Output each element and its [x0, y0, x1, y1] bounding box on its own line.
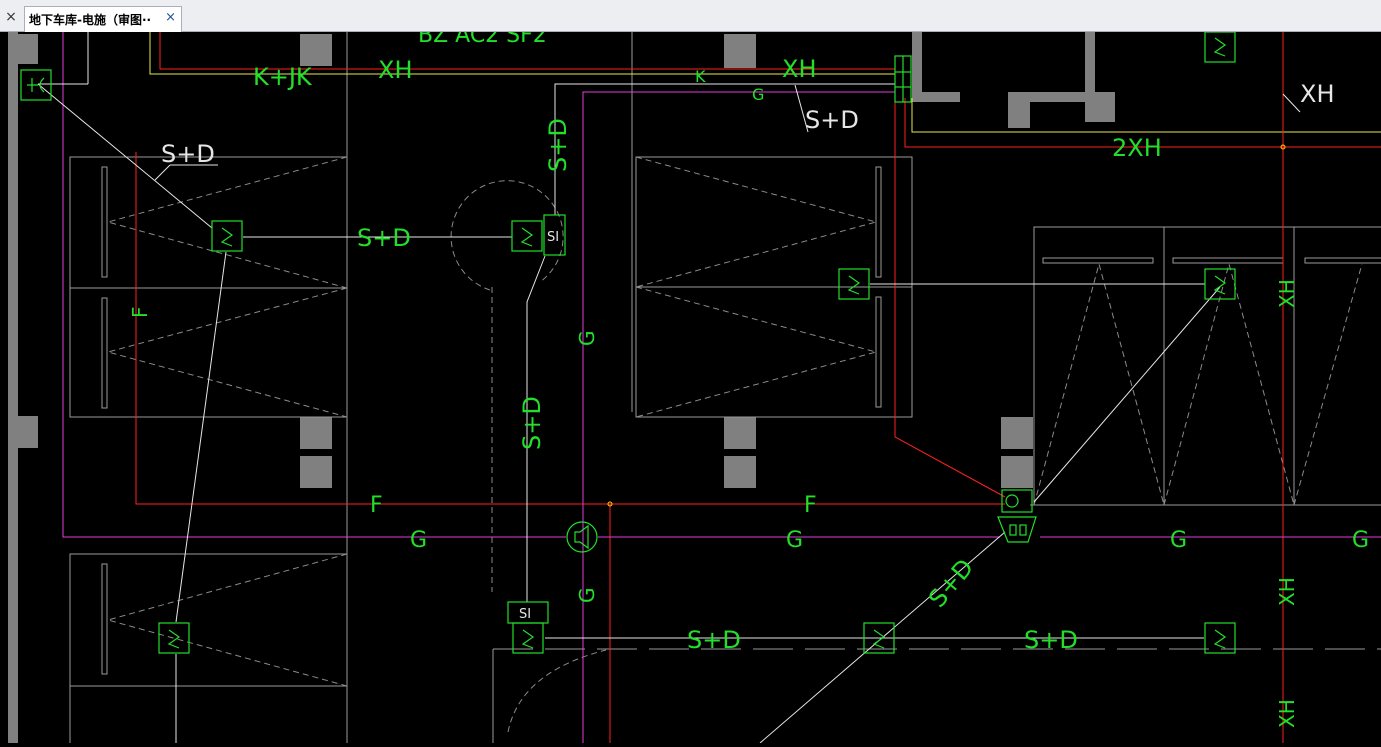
- label-xh-top: XH: [378, 56, 413, 84]
- left-wall: [8, 32, 18, 743]
- label-sd-vertical-center: S+D: [518, 396, 546, 450]
- tab-bar: × 地下车库-电施（审图·· ×: [0, 0, 1381, 32]
- cad-drawing[interactable]: BZ AC2 SF2 K+JK XH K XH G S+D XH 2XH S+D…: [0, 23, 1381, 747]
- label-sd-diagonal: S+D: [923, 554, 979, 613]
- label-g-right: G: [1170, 528, 1187, 553]
- bar-l3: [101, 563, 108, 675]
- bar-c2: [875, 296, 882, 408]
- label-sd-right-top: S+D: [805, 106, 859, 134]
- detector-icon[interactable]: [511, 220, 543, 252]
- label-xh-vertical-right-top: XH: [1275, 279, 1299, 308]
- detector-icon[interactable]: [1204, 268, 1236, 300]
- wire-sl1: [175, 251, 227, 623]
- label-xh-vertical-right-mid: XH: [1275, 577, 1299, 606]
- label-xh-vertical-right-bottom: XH: [1275, 699, 1299, 728]
- label-2xh: 2XH: [1112, 134, 1162, 162]
- label-sd-vertical-top: S+D: [544, 118, 572, 172]
- device-symbols: [20, 31, 1236, 654]
- label-top-partial: BZ AC2 SF2: [418, 32, 547, 48]
- label-g-left: G: [410, 528, 427, 553]
- wire-xh-label: [1282, 93, 1301, 113]
- label-xh-mid: XH: [782, 55, 817, 83]
- bar-r2: [1172, 257, 1284, 264]
- bar-r3: [1304, 257, 1381, 264]
- label-sd-bottom-left: S+D: [687, 626, 741, 654]
- room-left-lower: [69, 553, 348, 747]
- close-icon[interactable]: ×: [2, 8, 20, 26]
- label-si-upper: SI: [547, 230, 559, 245]
- red-lines: [135, 32, 1381, 743]
- door-arc-bottom: [507, 649, 607, 733]
- yellow-lines: [149, 32, 1381, 133]
- tab-title: 地下车库-电施（审图··: [29, 13, 152, 27]
- bar-l2: [101, 297, 108, 409]
- bar-c1: [875, 166, 882, 278]
- label-k-mid: K: [695, 67, 706, 86]
- bar-l1: [101, 166, 108, 278]
- column-c2: [1001, 417, 1033, 449]
- label-sd-horizontal-mid: S+D: [357, 224, 411, 252]
- label-g-mid: G: [752, 85, 764, 104]
- label-f-right: F: [804, 493, 817, 518]
- bar-r1: [1042, 257, 1154, 264]
- column-d: [1085, 92, 1115, 122]
- drawing-canvas[interactable]: BZ AC2 SF2 K+JK XH K XH G S+D XH 2XH S+D…: [0, 23, 1381, 747]
- detector-icon[interactable]: [158, 622, 190, 654]
- label-si-lower: SI: [519, 607, 531, 622]
- red-fire-left: [135, 152, 1005, 505]
- zig-r1: [1033, 262, 1165, 506]
- label-sd-bottom-right: S+D: [1024, 626, 1078, 654]
- column-a3: [300, 456, 332, 488]
- label-g-vertical-center: G: [575, 331, 599, 347]
- tab-close-icon[interactable]: ×: [165, 10, 176, 25]
- detector-icon[interactable]: [1204, 31, 1236, 63]
- speaker-icon[interactable]: [566, 521, 598, 553]
- alarm-panel-icon[interactable]: [997, 489, 1037, 543]
- column-c3: [1001, 456, 1033, 488]
- x-pattern-lu1: [106, 156, 348, 289]
- label-f-left: F: [370, 493, 383, 518]
- label-g-far-right: G: [1352, 528, 1369, 553]
- x-pattern-c1: [635, 156, 878, 288]
- detector-icon[interactable]: [211, 220, 243, 252]
- wire-diag-right: [1033, 286, 1221, 503]
- detector-icon[interactable]: [838, 268, 870, 300]
- zig-r3: [1293, 263, 1363, 506]
- drawing-labels: BZ AC2 SF2 K+JK XH K XH G S+D XH 2XH S+D…: [128, 23, 1369, 728]
- label-k-jk: K+JK: [253, 63, 313, 91]
- label-g-vertical-bottom: G: [575, 588, 599, 604]
- label-xh-far-right: XH: [1300, 80, 1335, 108]
- column-b2: [724, 417, 756, 449]
- junction-box-icon[interactable]: [894, 55, 912, 103]
- x-pattern-c2: [635, 286, 878, 418]
- column-b3: [724, 456, 756, 488]
- x-pattern-ll: [106, 553, 348, 687]
- column-a2: [300, 417, 332, 449]
- white-wires: [37, 32, 1301, 744]
- wall-segment-top-right: [912, 32, 960, 102]
- column-a1: [300, 34, 332, 66]
- wire-center-top: [554, 83, 895, 215]
- label-f-vertical-left: F: [128, 306, 152, 318]
- wall-segment-l: [1008, 32, 1095, 128]
- left-column-top: [8, 34, 38, 64]
- label-g-center: G: [786, 528, 803, 553]
- column-b1: [724, 34, 756, 68]
- label-sd-left: S+D: [161, 140, 215, 168]
- left-column-mid: [8, 416, 38, 448]
- tab-drawing[interactable]: 地下车库-电施（审图·· ×: [24, 6, 182, 32]
- module-icon[interactable]: [20, 69, 52, 101]
